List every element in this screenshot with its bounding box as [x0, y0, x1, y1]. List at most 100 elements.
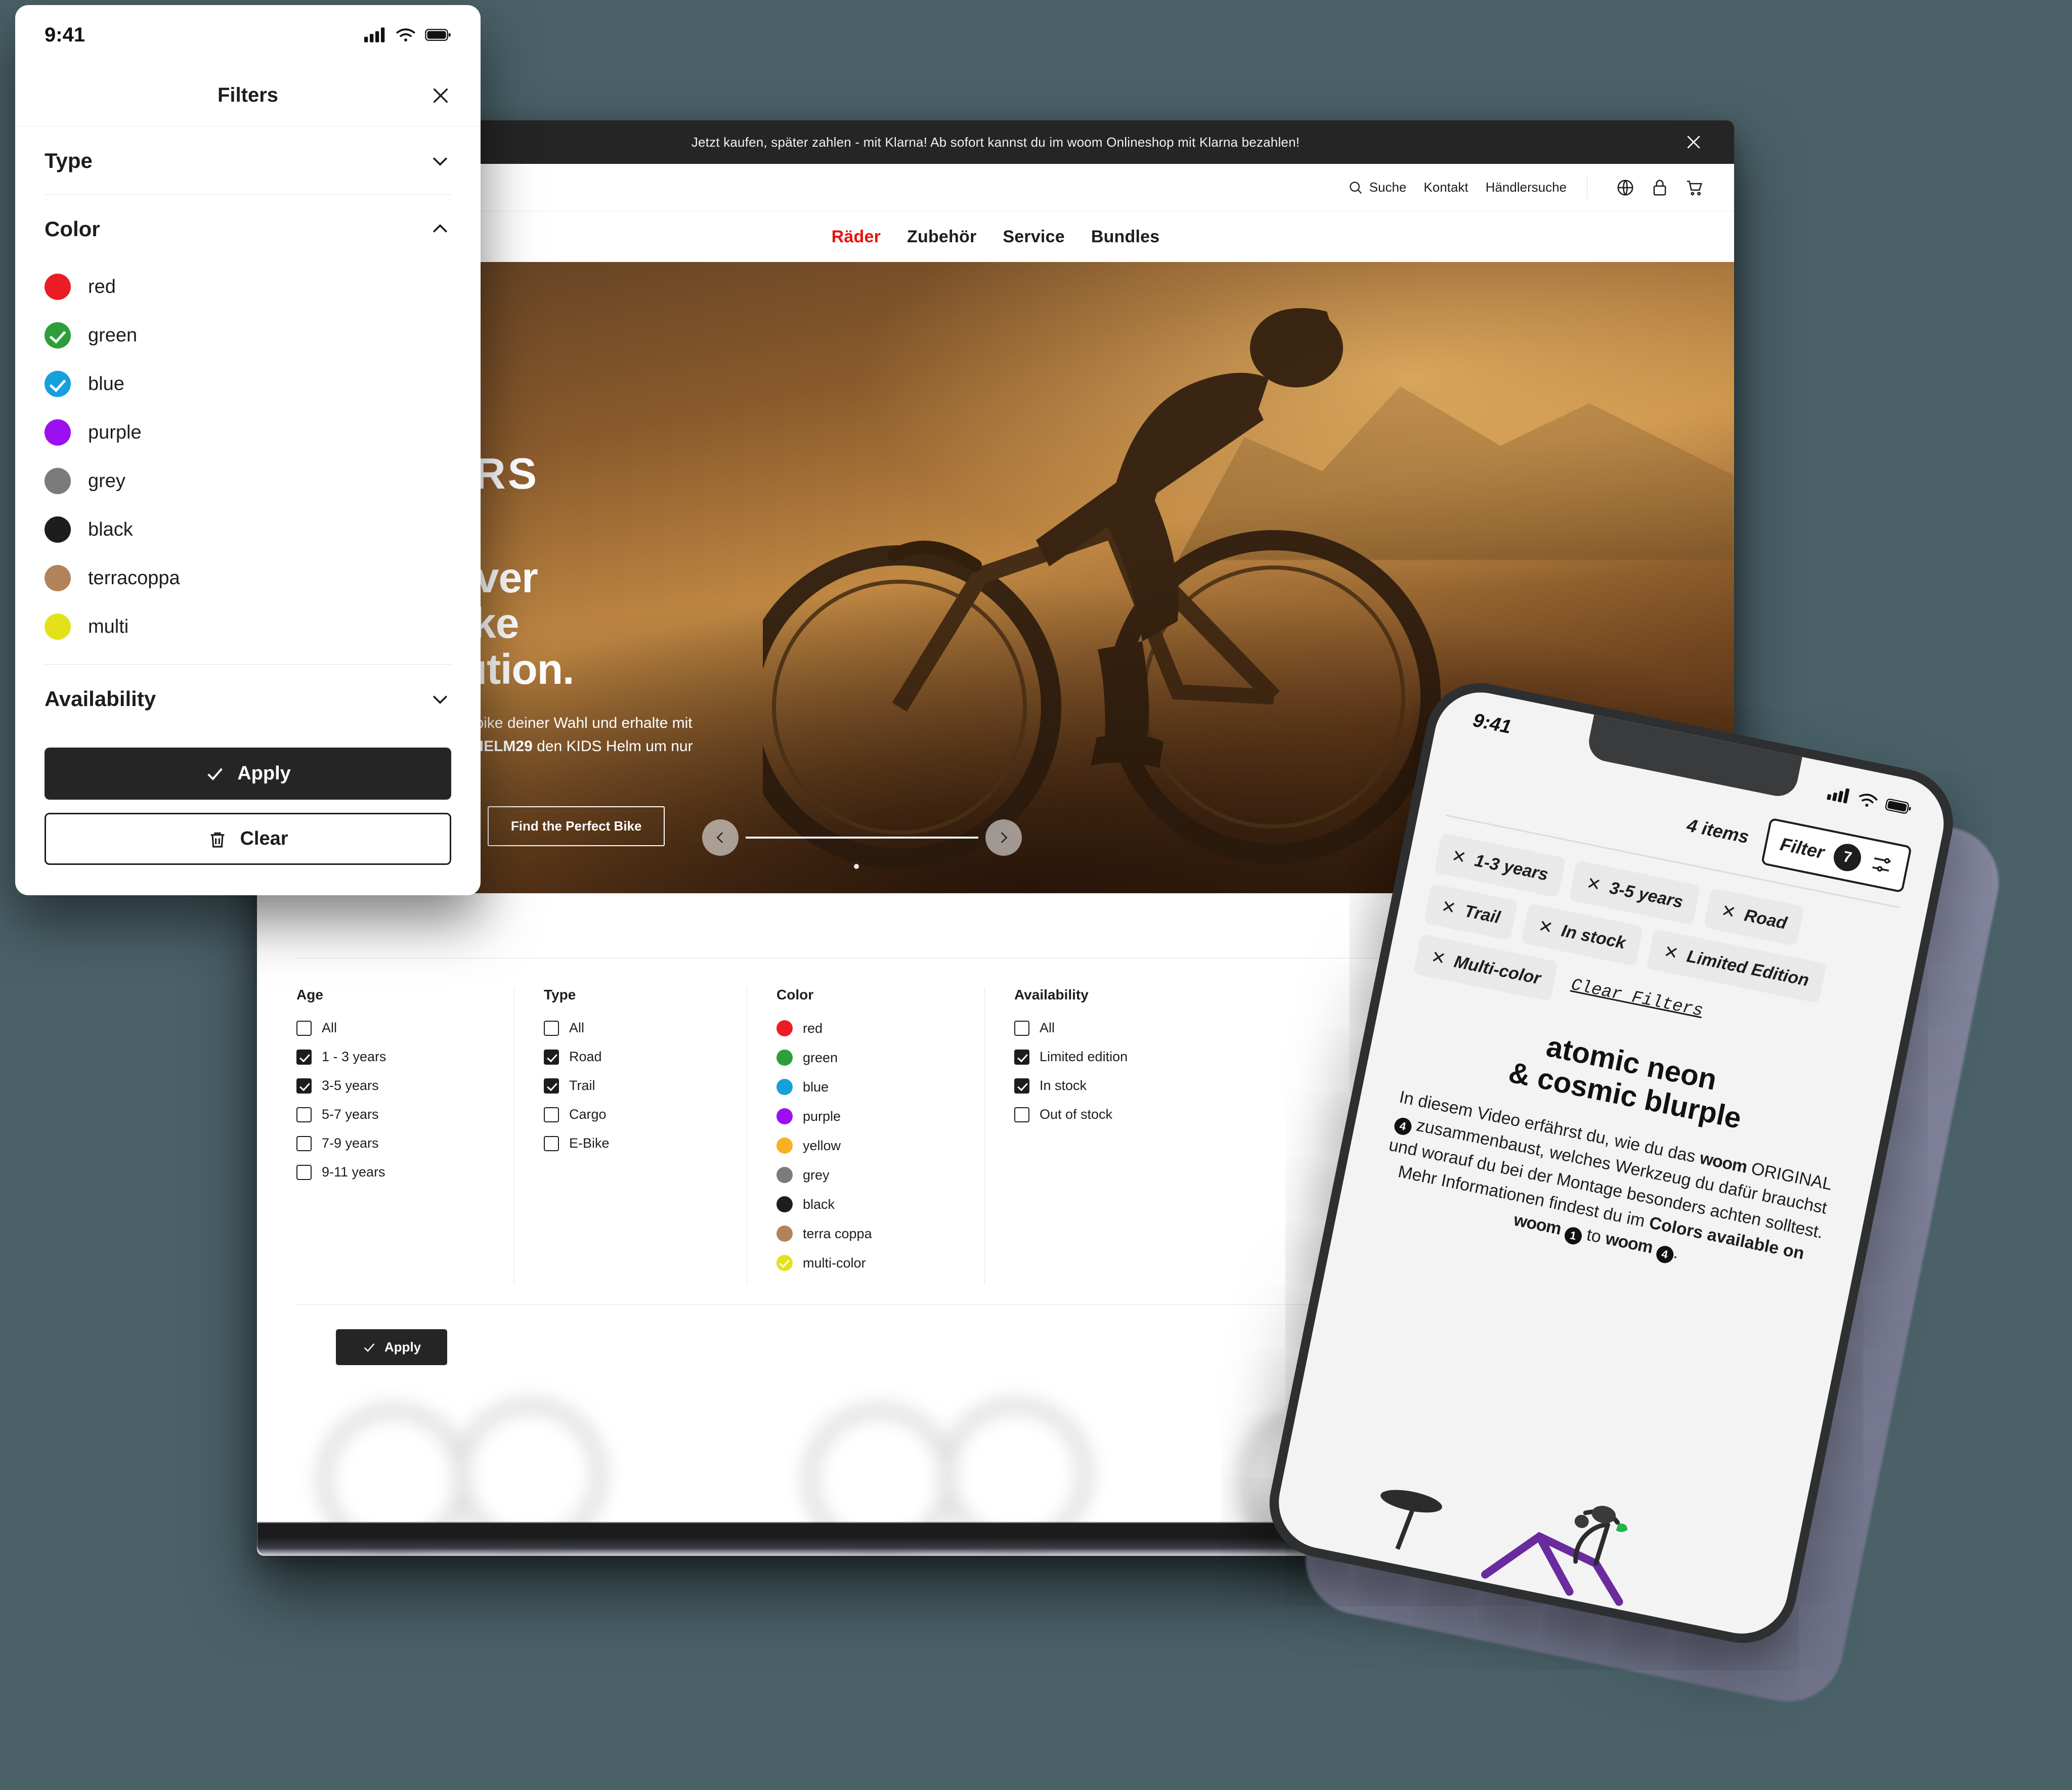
clear-button[interactable]: Clear — [45, 813, 451, 865]
nav-item-raeder[interactable]: Räder — [832, 227, 881, 247]
color-swatch[interactable] — [776, 1108, 793, 1124]
checkbox[interactable] — [544, 1020, 559, 1036]
nav-item-bundles[interactable]: Bundles — [1091, 227, 1160, 247]
checkbox-row[interactable]: Road — [544, 1049, 726, 1065]
checkbox[interactable] — [544, 1136, 559, 1151]
close-icon[interactable]: ✕ — [1719, 900, 1738, 923]
checkbox-row[interactable]: Limited edition — [1014, 1049, 1202, 1065]
checkbox-row[interactable]: E-Bike — [544, 1136, 726, 1151]
accordion-section-type[interactable]: Type — [45, 126, 451, 194]
close-icon[interactable]: ✕ — [1429, 947, 1448, 970]
checkbox-row[interactable]: Out of stock — [1014, 1107, 1202, 1122]
color-row[interactable]: red — [45, 263, 451, 311]
color-swatch[interactable] — [776, 1196, 793, 1212]
checkbox[interactable] — [544, 1049, 559, 1065]
checkbox-row[interactable]: All — [544, 1020, 726, 1036]
chevron-right-icon[interactable] — [985, 819, 1022, 856]
color-row[interactable]: black — [776, 1196, 964, 1212]
checkbox[interactable] — [544, 1078, 559, 1094]
carousel-progress-track[interactable] — [746, 837, 978, 839]
carousel-dot[interactable] — [854, 864, 859, 869]
color-row[interactable]: green — [776, 1050, 964, 1066]
search-link[interactable]: Suche — [1348, 180, 1406, 195]
color-swatch[interactable] — [776, 1138, 793, 1154]
checkbox-row[interactable]: 9-11 years — [296, 1164, 494, 1180]
checkbox[interactable] — [296, 1078, 312, 1094]
cart-icon[interactable] — [1685, 178, 1704, 197]
close-icon[interactable]: ✕ — [1536, 916, 1555, 939]
color-row[interactable]: grey — [776, 1167, 964, 1183]
find-perfect-bike-button[interactable]: Find the Perfect Bike — [487, 806, 665, 847]
color-row[interactable]: purple — [45, 408, 451, 457]
filter-chip[interactable]: ✕ In stock — [1521, 903, 1644, 967]
color-row[interactable]: terracoppa — [45, 554, 451, 602]
checkbox[interactable] — [1014, 1078, 1029, 1094]
close-icon[interactable]: ✕ — [1450, 846, 1468, 868]
checkbox-row[interactable]: All — [296, 1020, 494, 1036]
color-swatch[interactable] — [45, 371, 71, 397]
color-swatch[interactable] — [45, 468, 71, 494]
color-row[interactable]: multi — [45, 602, 451, 651]
chevron-up-icon[interactable] — [429, 218, 451, 240]
checkbox-row[interactable]: All — [1014, 1020, 1202, 1036]
chevron-down-icon[interactable] — [429, 150, 451, 172]
color-swatch[interactable] — [776, 1079, 793, 1095]
close-icon[interactable]: ✕ — [1662, 941, 1680, 964]
color-swatch[interactable] — [45, 274, 71, 300]
color-row[interactable]: green — [45, 311, 451, 360]
checkbox-row[interactable]: 5-7 years — [296, 1107, 494, 1122]
nav-item-zubehoer[interactable]: Zubehör — [907, 227, 976, 247]
apply-button[interactable]: Apply — [45, 748, 451, 800]
color-row[interactable]: yellow — [776, 1138, 964, 1154]
color-swatch[interactable] — [45, 565, 71, 591]
checkbox[interactable] — [296, 1136, 312, 1151]
accordion-section-color[interactable]: Color — [45, 195, 451, 263]
checkbox-row[interactable]: Trail — [544, 1078, 726, 1094]
checkbox[interactable] — [296, 1107, 312, 1122]
color-swatch[interactable] — [45, 322, 71, 348]
lock-icon[interactable] — [1650, 178, 1669, 197]
color-row[interactable]: blue — [776, 1079, 964, 1095]
close-icon[interactable]: ✕ — [1585, 873, 1603, 896]
color-swatch[interactable] — [776, 1050, 793, 1066]
checkbox-row[interactable]: In stock — [1014, 1078, 1202, 1094]
color-row[interactable]: red — [776, 1020, 964, 1036]
checkbox[interactable] — [1014, 1020, 1029, 1036]
globe-icon[interactable] — [1616, 178, 1635, 197]
color-swatch[interactable] — [776, 1255, 793, 1271]
close-icon[interactable]: ✕ — [1440, 896, 1458, 919]
checkbox[interactable] — [296, 1020, 312, 1036]
filter-chip[interactable]: ✕ Limited Edition — [1646, 929, 1827, 1003]
filter-button[interactable]: Filter 7 — [1760, 817, 1912, 893]
color-row[interactable]: multi-color — [776, 1255, 964, 1271]
contact-link[interactable]: Kontakt — [1423, 180, 1468, 195]
color-row[interactable]: blue — [45, 360, 451, 408]
checkbox-row[interactable]: 1 - 3 years — [296, 1049, 494, 1065]
dealer-search-link[interactable]: Händlersuche — [1486, 180, 1567, 195]
checkbox[interactable] — [544, 1107, 559, 1122]
checkbox[interactable] — [1014, 1107, 1029, 1122]
chevron-down-icon[interactable] — [429, 688, 451, 710]
checkbox[interactable] — [296, 1164, 312, 1180]
filter-chip[interactable]: ✕ Road — [1703, 888, 1805, 946]
checkbox[interactable] — [296, 1049, 312, 1065]
color-row[interactable]: terra coppa — [776, 1226, 964, 1242]
color-swatch[interactable] — [45, 516, 71, 543]
close-icon[interactable] — [1684, 132, 1704, 152]
close-icon[interactable] — [429, 84, 452, 107]
apply-button[interactable]: Apply — [336, 1329, 448, 1365]
chevron-left-icon[interactable] — [702, 819, 739, 856]
color-swatch[interactable] — [45, 614, 71, 640]
color-swatch[interactable] — [776, 1226, 793, 1242]
checkbox-row[interactable]: Cargo — [544, 1107, 726, 1122]
color-row[interactable]: grey — [45, 457, 451, 505]
checkbox[interactable] — [1014, 1049, 1029, 1065]
color-row[interactable]: black — [45, 505, 451, 554]
color-row[interactable]: purple — [776, 1108, 964, 1124]
filter-chip[interactable]: ✕ Trail — [1423, 883, 1518, 941]
color-swatch[interactable] — [776, 1167, 793, 1183]
checkbox-row[interactable]: 3-5 years — [296, 1078, 494, 1094]
color-swatch[interactable] — [776, 1020, 793, 1036]
accordion-section-availability[interactable]: Availability — [45, 665, 451, 732]
checkbox-row[interactable]: 7-9 years — [296, 1136, 494, 1151]
